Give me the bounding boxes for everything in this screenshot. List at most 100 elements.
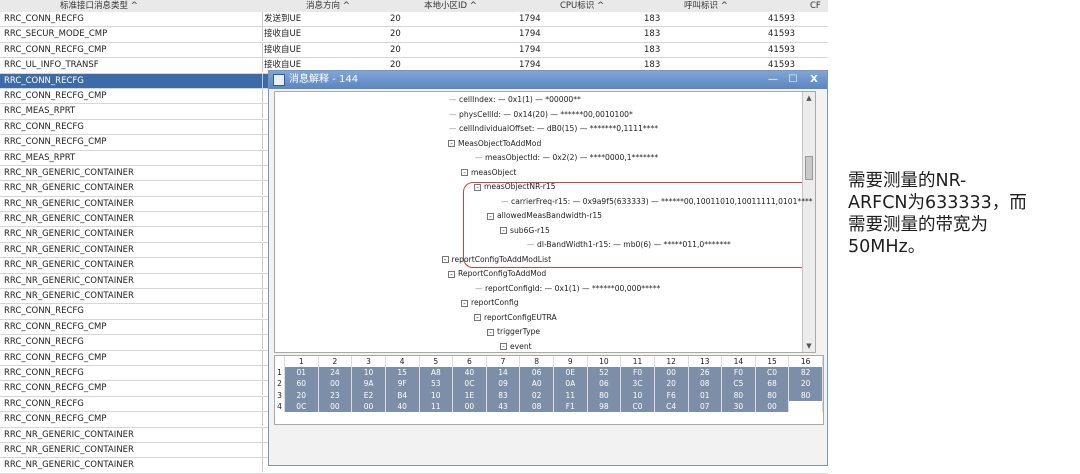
scroll-down-icon[interactable]: ▼ — [803, 340, 815, 352]
hex-byte[interactable]: 14 — [486, 367, 521, 379]
hex-byte[interactable]: 23 — [318, 389, 353, 401]
table-row[interactable]: RRC_CONN_RECFG 发送到UE 20 1794 183 41593 — [0, 12, 828, 28]
hex-byte[interactable]: 11 — [554, 389, 588, 401]
tree-node[interactable]: — cellIndex: — 0x1(1) — *00000** — [449, 94, 581, 105]
hex-byte[interactable]: 0A — [554, 378, 588, 390]
hex-byte[interactable]: 07 — [688, 400, 723, 412]
hex-byte[interactable]: 09 — [486, 378, 521, 390]
tree-node[interactable]: — reportConfigId: — 0x1(1) — ******00,00… — [475, 283, 660, 294]
hex-byte[interactable]: 68 — [755, 378, 790, 390]
tree-node[interactable]: - reportConfigEUTRA — [474, 312, 557, 323]
tree-node[interactable]: - ReportConfigToAddMod — [448, 268, 546, 279]
tree-scrollbar[interactable]: ▲ ▼ — [802, 92, 815, 352]
tree-node[interactable]: - triggerType — [487, 326, 540, 337]
collapse-toggle-icon[interactable]: - — [461, 299, 468, 307]
message-tree[interactable]: ▲ ▼ — cellIndex: — 0x1(1) — *00000** — ph… — [274, 91, 816, 353]
tree-node[interactable]: - event — [500, 341, 532, 352]
tree-node[interactable]: — physCellId: — 0x14(20) — ******00,0010… — [449, 109, 633, 120]
scroll-thumb[interactable] — [805, 156, 813, 180]
hex-byte[interactable]: 80 — [755, 389, 790, 401]
hex-byte[interactable]: 20 — [285, 389, 319, 401]
col-header-cell-id[interactable]: 本地小区ID ^ — [424, 0, 477, 12]
hex-byte[interactable]: 01 — [285, 367, 319, 379]
hex-byte[interactable]: 0E — [554, 367, 588, 379]
hex-byte[interactable]: 00 — [352, 400, 386, 412]
tree-node[interactable]: - measObjectNR-r15 — [474, 181, 556, 192]
scroll-up-icon[interactable]: ▲ — [803, 92, 815, 104]
hex-byte[interactable]: 11 — [419, 400, 454, 412]
hex-byte[interactable]: F1 — [554, 400, 588, 412]
hex-byte[interactable]: A0 — [520, 378, 554, 390]
hex-byte[interactable]: C0 — [755, 367, 790, 379]
hex-byte[interactable]: 00 — [318, 378, 353, 390]
tree-node[interactable]: - sub6G-r15 — [500, 225, 550, 236]
hex-byte[interactable]: 24 — [318, 367, 353, 379]
col-header-cf[interactable]: CF — [810, 0, 821, 12]
hex-byte[interactable]: 80 — [722, 389, 756, 401]
col-header-cpu[interactable]: CPU标识 ^ — [560, 0, 604, 12]
hex-byte[interactable]: 9A — [352, 378, 386, 390]
hex-byte[interactable]: 00 — [453, 400, 487, 412]
hex-byte[interactable]: 60 — [285, 378, 319, 390]
tree-node[interactable]: — measObjectId: — 0x2(2) — ****0000,1***… — [475, 152, 658, 163]
col-header-msg-type[interactable]: 标准接口消息类型 ^ — [60, 0, 138, 12]
hex-byte[interactable]: 06 — [587, 378, 622, 390]
hex-byte[interactable]: 43 — [486, 400, 521, 412]
tree-node[interactable]: - measObject — [461, 167, 516, 178]
hex-byte[interactable]: 98 — [587, 400, 622, 412]
collapse-toggle-icon[interactable]: - — [441, 256, 449, 264]
hex-byte[interactable]: 26 — [688, 367, 723, 379]
hex-byte[interactable]: 40 — [453, 367, 487, 379]
hex-byte[interactable]: 82 — [789, 367, 823, 379]
dialog-title-bar[interactable]: 消息解释 - 144 — ☐ X — [269, 71, 827, 89]
hex-byte[interactable]: 10 — [621, 389, 655, 401]
hex-byte[interactable]: 20 — [654, 378, 689, 390]
table-row[interactable]: RRC_CONN_RECFG_CMP 接收自UE 20 1794 183 41593 — [0, 42, 828, 59]
collapse-toggle-icon[interactable]: - — [500, 227, 507, 235]
close-button[interactable]: X — [805, 73, 823, 86]
tree-node[interactable]: — cellIndividualOffset: — dB0(15) — ****… — [449, 123, 658, 134]
hex-byte[interactable]: A8 — [419, 367, 454, 379]
hex-byte[interactable]: 0C — [285, 400, 319, 412]
hex-byte[interactable]: 80 — [587, 389, 622, 401]
hex-byte[interactable]: 00 — [755, 400, 790, 412]
hex-byte[interactable]: C4 — [654, 400, 689, 412]
hex-byte[interactable]: 00 — [318, 400, 353, 412]
tree-node[interactable]: — carrierFreq-r15: — 0x9a9f5(633333) — *… — [501, 196, 813, 207]
maximize-button[interactable]: ☐ — [783, 73, 803, 86]
hex-byte[interactable]: 9F — [385, 378, 420, 390]
hex-byte[interactable]: 15 — [385, 367, 420, 379]
hex-byte[interactable]: 08 — [688, 378, 723, 390]
hex-byte[interactable]: B4 — [385, 389, 420, 401]
hex-byte[interactable]: 80 — [789, 389, 823, 401]
collapse-toggle-icon[interactable]: - — [474, 183, 481, 191]
hex-byte[interactable]: 83 — [486, 389, 521, 401]
hex-byte[interactable] — [789, 400, 823, 412]
hex-byte[interactable]: 20 — [789, 378, 823, 390]
collapse-toggle-icon[interactable]: - — [448, 140, 455, 148]
hex-byte[interactable]: 10 — [419, 389, 454, 401]
tree-node[interactable]: — dl-BandWidth1-r15: — mb0(6) — *****011… — [527, 239, 731, 250]
collapse-toggle-icon[interactable]: - — [487, 328, 494, 336]
collapse-toggle-icon[interactable]: - — [474, 314, 481, 322]
hex-byte[interactable]: 00 — [654, 367, 689, 379]
hex-byte[interactable]: F6 — [654, 389, 689, 401]
hex-byte[interactable]: 53 — [419, 378, 454, 390]
hex-byte[interactable]: 10 — [352, 367, 386, 379]
hex-view[interactable]: 1 2 3 4 5 6 7 8 9 10 11 12 13 14 15 16 1 01 24 10 15 A8 40 14 06… — [274, 355, 824, 425]
tree-node[interactable]: - reportConfig — [461, 297, 519, 308]
hex-byte[interactable]: 30 — [722, 400, 756, 412]
hex-byte[interactable]: F0 — [722, 367, 756, 379]
collapse-toggle-icon[interactable]: - — [487, 212, 494, 220]
col-header-call[interactable]: 呼叫标识 ^ — [684, 0, 728, 12]
hex-byte[interactable]: 1E — [453, 389, 487, 401]
hex-byte[interactable]: 01 — [688, 389, 723, 401]
hex-byte[interactable]: 08 — [520, 400, 554, 412]
hex-byte[interactable]: F0 — [621, 367, 655, 379]
table-row[interactable]: RRC_SECUR_MODE_CMP 接收自UE 20 1794 183 41593 — [0, 27, 828, 43]
hex-byte[interactable]: C5 — [722, 378, 756, 390]
tree-node[interactable]: - allowedMeasBandwidth-r15 — [487, 210, 602, 221]
hex-byte[interactable]: 02 — [520, 389, 554, 401]
hex-byte[interactable]: 3C — [621, 378, 655, 390]
hex-byte[interactable]: 0C — [453, 378, 487, 390]
